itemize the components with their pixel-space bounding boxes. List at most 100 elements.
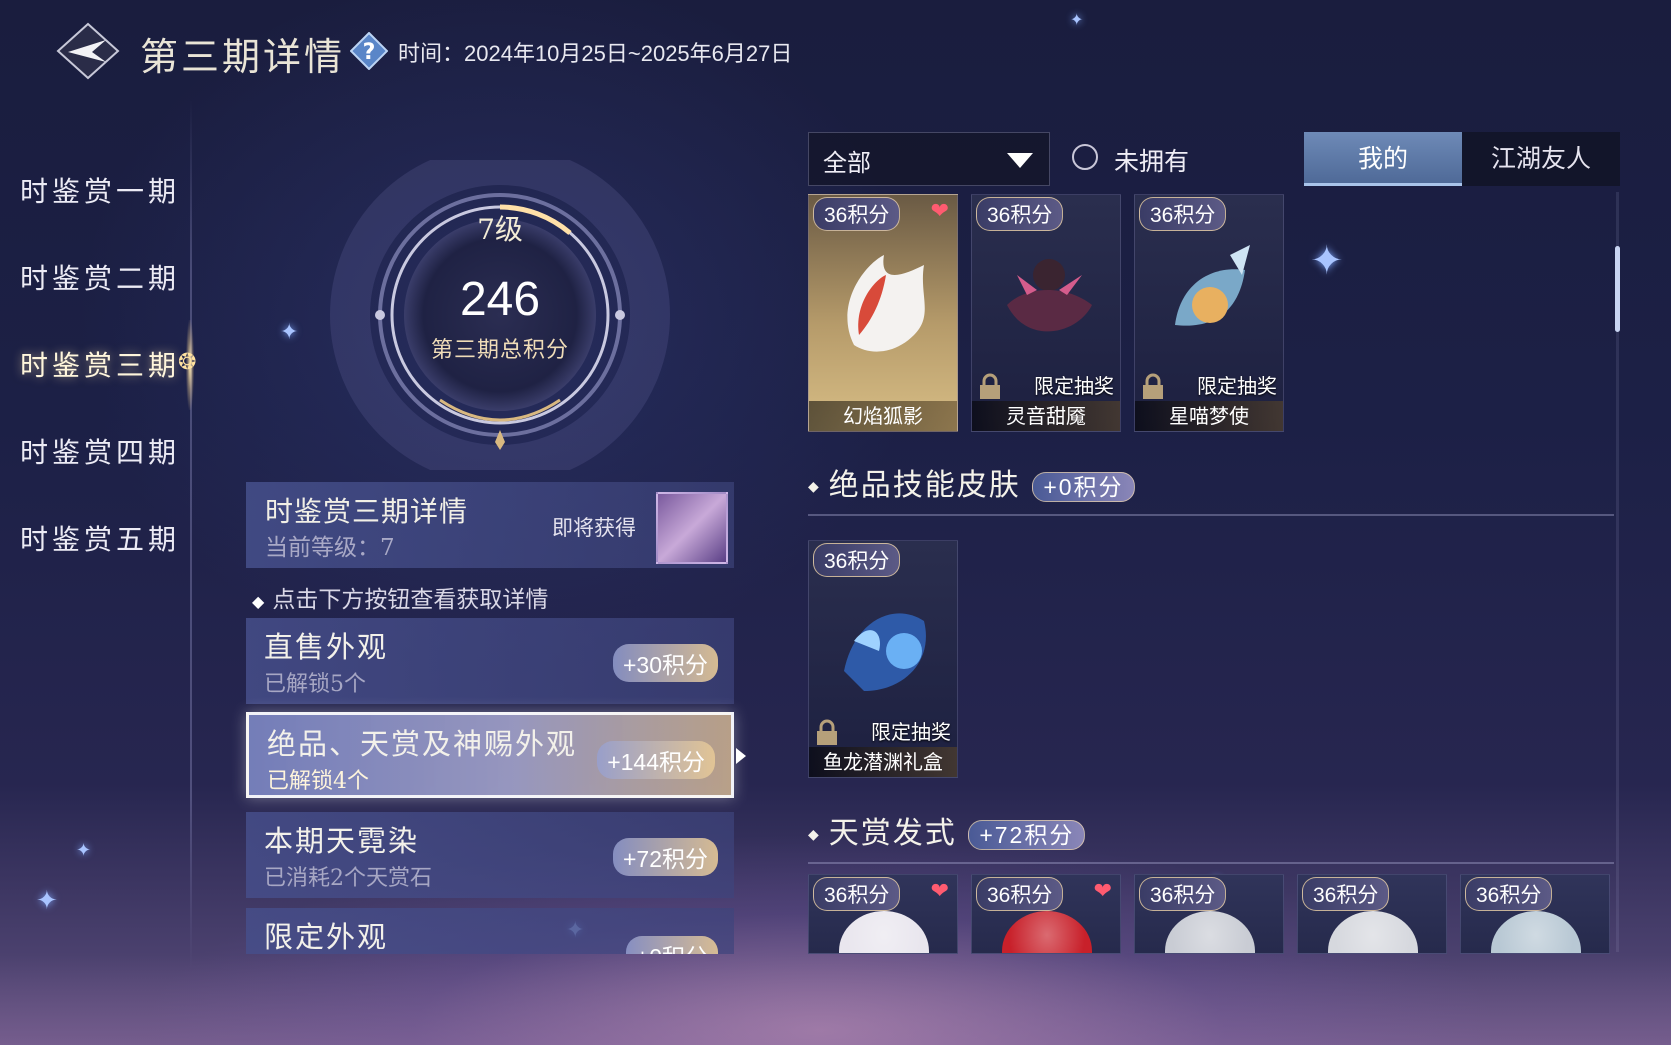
skill-skin-card[interactable]: 36积分 限定抽奖 鱼龙潜渊礼盒 (808, 540, 958, 778)
category-direct-sale[interactable]: 直售外观 已解锁5个 +30积分 (246, 618, 734, 704)
points-badge: 36积分 (813, 877, 901, 911)
page-title: 第三期详情 (140, 35, 346, 79)
section-title: 天赏发式 (828, 816, 957, 851)
category-points: +72积分 (612, 838, 718, 876)
hairstyle-card[interactable]: 36积分 (1460, 874, 1610, 954)
star-decoration: ✦ (1070, 10, 1084, 29)
outfit-card[interactable]: 36积分 限定抽奖 灵音甜魇 (971, 194, 1121, 432)
back-button[interactable] (56, 22, 120, 80)
points-badge: 36积分 (1139, 197, 1227, 231)
section-hairstyle: ◆ 天赏发式 +72积分 (808, 808, 1086, 852)
unowned-radio[interactable] (1072, 144, 1098, 170)
sidebar-item-period-3[interactable]: 时鉴赏三期 (20, 344, 180, 384)
outfit-name: 星喵梦使 (1135, 401, 1283, 431)
category-subtitle: 已解锁4个 (267, 769, 369, 794)
star-decoration: ✦ (36, 886, 58, 916)
bottom-glow (0, 955, 1671, 1045)
back-arrow-icon (56, 22, 120, 80)
category-subtitle: 已消耗2个天赏石 (264, 866, 432, 891)
upcoming-reward-thumbnail[interactable] (656, 492, 728, 564)
hairstyle-card[interactable]: 36积分 (1134, 874, 1284, 954)
question-diamond-icon[interactable]: ? (349, 31, 389, 71)
outfit-name: 幻焰狐影 (809, 401, 957, 431)
heart-icon[interactable]: ❤ (931, 199, 949, 224)
category-title: 绝品、天赏及神赐外观 (267, 727, 578, 761)
section-skill-skin: ◆ 绝品技能皮肤 +0积分 (808, 460, 1135, 504)
section-points: +0积分 (1032, 472, 1135, 502)
hint-label: 点击下方按钮查看获取详情 (272, 587, 549, 613)
lock-icon (1143, 373, 1163, 399)
outfit-card[interactable]: 36积分 ❤ 幻焰狐影 (808, 194, 958, 432)
fish-dragon-art (844, 613, 926, 691)
total-score: 246 (459, 273, 541, 326)
fox-flame-art (847, 255, 925, 352)
category-points: +0积分 (625, 936, 718, 954)
star-decoration: ✦ (76, 840, 92, 861)
category-title: 限定外观 (264, 920, 389, 954)
total-score-label: 第三期总积分 (430, 338, 569, 363)
sidebar-divider (190, 100, 192, 970)
category-limited[interactable]: 限定外观 +0积分 (246, 908, 734, 954)
hairstyle-preview (1328, 911, 1418, 953)
hairstyle-preview (1165, 911, 1255, 953)
outfit-name: 灵音甜魇 (972, 401, 1120, 431)
section-title: 绝品技能皮肤 (828, 468, 1021, 503)
diamond-bullet-icon: ◆ (808, 479, 821, 495)
points-badge: 36积分 (1139, 877, 1227, 911)
swirl-icon: ❂ (178, 350, 197, 375)
category-points: +144积分 (597, 741, 715, 779)
category-points: +30积分 (612, 644, 718, 682)
lottery-tag: 限定抽奖 (871, 720, 951, 744)
event-period: 时间：2024年10月25日~2025年6月27日 (398, 41, 793, 66)
lock-icon (817, 719, 837, 745)
category-premium-outfits[interactable]: 绝品、天赏及神赐外观 已解锁4个 +144积分 (246, 712, 734, 798)
sidebar-item-period-1[interactable]: 时鉴赏一期 (20, 170, 180, 210)
points-badge: 36积分 (813, 197, 901, 231)
hint-text: ◆ 点击下方按钮查看获取详情 (252, 580, 548, 614)
tab-friends[interactable]: 江湖友人 (1462, 132, 1620, 186)
star-cat-outfit-art (1175, 245, 1250, 326)
category-title: 直售外观 (264, 630, 389, 664)
heart-icon[interactable]: ❤ (931, 879, 949, 904)
period-detail-title: 时鉴赏三期详情 (265, 495, 469, 528)
hairstyle-card[interactable]: 36积分 ❤ (971, 874, 1121, 954)
category-filter-dropdown[interactable]: 全部 (808, 132, 1050, 186)
sidebar-item-period-2[interactable]: 时鉴赏二期 (20, 257, 180, 297)
sidebar-item-period-4[interactable]: 时鉴赏四期 (20, 431, 180, 471)
current-level: 当前等级：7 (265, 535, 395, 561)
tab-mine[interactable]: 我的 (1304, 132, 1462, 186)
unowned-label[interactable]: 未拥有 (1114, 142, 1189, 178)
upcoming-reward-label: 即将获得 (552, 516, 636, 540)
level-label: 7级 (477, 213, 523, 246)
star-decoration: ✦ (1310, 238, 1344, 284)
category-dye[interactable]: 本期天霓染 已消耗2个天赏石 +72积分 (246, 812, 734, 898)
category-subtitle: 已解锁5个 (264, 672, 366, 697)
section-points: +72积分 (968, 820, 1086, 850)
skill-skin-name: 鱼龙潜渊礼盒 (809, 747, 957, 777)
hairstyle-card[interactable]: 36积分 ❤ (808, 874, 958, 954)
points-badge: 36积分 (1302, 877, 1390, 911)
sidebar-item-period-5[interactable]: 时鉴赏五期 (20, 518, 180, 558)
caret-down-icon (1007, 153, 1033, 168)
section-divider (808, 514, 1614, 516)
demon-outfit-art (1007, 259, 1092, 332)
hairstyle-card[interactable]: 36积分 (1297, 874, 1447, 954)
heart-icon[interactable]: ❤ (1094, 879, 1112, 904)
lottery-tag: 限定抽奖 (1034, 374, 1114, 398)
diamond-bullet-icon: ◆ (808, 827, 821, 843)
diamond-bullet-icon: ◆ (252, 592, 265, 611)
star-decoration: ✦ (280, 320, 299, 345)
filter-selected-value: 全部 (823, 149, 871, 177)
hairstyle-preview (839, 911, 929, 953)
outfit-card[interactable]: 36积分 限定抽奖 星喵梦使 (1134, 194, 1284, 432)
hairstyle-preview (1002, 911, 1092, 953)
points-badge: 36积分 (976, 197, 1064, 231)
scrollbar-thumb[interactable] (1615, 246, 1620, 332)
section-divider (808, 862, 1614, 864)
svg-text:?: ? (363, 40, 376, 65)
points-badge: 36积分 (1465, 877, 1553, 911)
selected-arrow-icon (736, 748, 746, 764)
lottery-tag: 限定抽奖 (1197, 374, 1277, 398)
category-title: 本期天霓染 (264, 824, 420, 858)
hairstyle-preview (1491, 911, 1581, 953)
